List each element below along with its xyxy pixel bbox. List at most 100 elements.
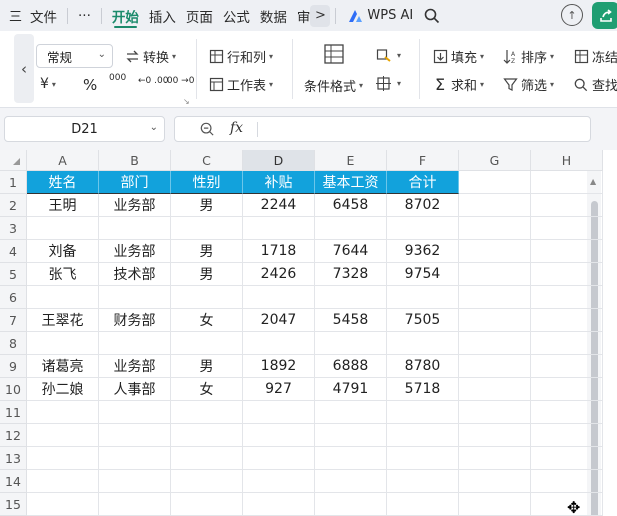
table-cell[interactable] xyxy=(387,470,459,493)
table-header-cell[interactable]: 姓名 xyxy=(27,171,99,194)
table-cell[interactable] xyxy=(531,332,603,355)
table-cell[interactable] xyxy=(315,470,387,493)
table-cell[interactable] xyxy=(243,470,315,493)
sum-button[interactable]: Σ 求和 ▾ xyxy=(432,75,484,94)
table-cell[interactable]: 业务部 xyxy=(99,355,171,378)
table-cell[interactable] xyxy=(531,493,603,516)
row-header[interactable]: 5 xyxy=(0,263,27,286)
table-cell[interactable]: 女 xyxy=(171,309,243,332)
tab-page[interactable]: 页面 xyxy=(181,0,218,31)
table-cell[interactable]: 王翠花 xyxy=(27,309,99,332)
table-cell[interactable] xyxy=(99,401,171,424)
table-cell[interactable] xyxy=(531,378,603,401)
table-header-cell[interactable]: 部门 xyxy=(99,171,171,194)
table-cell[interactable] xyxy=(531,171,603,194)
row-header[interactable]: 2 xyxy=(0,194,27,217)
table-cell[interactable] xyxy=(243,447,315,470)
formula-input[interactable]: fx xyxy=(174,116,591,142)
table-cell[interactable] xyxy=(243,217,315,240)
row-header[interactable]: 4 xyxy=(0,240,27,263)
convert-button[interactable]: 转换 ▾ xyxy=(124,47,176,66)
find-button[interactable]: 查找 xyxy=(573,75,617,94)
row-header[interactable]: 1 xyxy=(0,171,27,194)
table-cell[interactable] xyxy=(99,286,171,309)
conditional-format-icon[interactable] xyxy=(323,43,345,65)
table-cell[interactable]: 4791 xyxy=(315,378,387,401)
search-icon[interactable] xyxy=(419,0,445,31)
column-header-c[interactable]: C xyxy=(171,150,243,171)
table-cell[interactable] xyxy=(315,217,387,240)
table-cell[interactable] xyxy=(531,355,603,378)
table-header-cell[interactable]: 合计 xyxy=(387,171,459,194)
table-cell[interactable]: 刘备 xyxy=(27,240,99,263)
border-button[interactable]: ▾ xyxy=(375,75,401,91)
table-cell[interactable]: 男 xyxy=(171,355,243,378)
table-cell[interactable] xyxy=(531,263,603,286)
table-cell[interactable] xyxy=(99,217,171,240)
table-header-cell[interactable]: 基本工资 xyxy=(315,171,387,194)
column-header-g[interactable]: G xyxy=(459,150,531,171)
table-cell[interactable] xyxy=(243,424,315,447)
table-cell[interactable] xyxy=(531,309,603,332)
tab-insert[interactable]: 插入 xyxy=(144,0,181,31)
tab-home[interactable]: 开始 xyxy=(107,0,144,31)
table-cell[interactable] xyxy=(243,401,315,424)
row-header[interactable]: 8 xyxy=(0,332,27,355)
row-header[interactable]: 10 xyxy=(0,378,27,401)
row-header[interactable]: 12 xyxy=(0,424,27,447)
select-all-corner[interactable] xyxy=(0,150,27,171)
table-cell[interactable]: 2426 xyxy=(243,263,315,286)
table-cell[interactable] xyxy=(171,470,243,493)
table-cell[interactable]: 927 xyxy=(243,378,315,401)
table-cell[interactable] xyxy=(387,493,459,516)
table-cell[interactable]: 业务部 xyxy=(99,240,171,263)
table-cell[interactable] xyxy=(459,263,531,286)
table-cell[interactable] xyxy=(27,470,99,493)
table-cell[interactable] xyxy=(243,493,315,516)
table-cell[interactable] xyxy=(27,447,99,470)
table-cell[interactable]: 6458 xyxy=(315,194,387,217)
table-cell[interactable] xyxy=(531,401,603,424)
table-cell[interactable]: 孙二娘 xyxy=(27,378,99,401)
table-cell[interactable] xyxy=(459,470,531,493)
row-header[interactable]: 11 xyxy=(0,401,27,424)
freeze-button[interactable]: 冻结 xyxy=(573,47,617,66)
table-cell[interactable] xyxy=(387,424,459,447)
menu-hamburger-icon[interactable]: 三 xyxy=(0,0,25,31)
row-header[interactable]: 3 xyxy=(0,217,27,240)
table-cell[interactable] xyxy=(27,332,99,355)
row-header[interactable]: 9 xyxy=(0,355,27,378)
table-cell[interactable] xyxy=(27,286,99,309)
table-cell[interactable] xyxy=(387,447,459,470)
worksheet-button[interactable]: 工作表 ▾ xyxy=(208,75,273,94)
zoom-icon[interactable] xyxy=(200,122,214,140)
table-cell[interactable]: 男 xyxy=(171,263,243,286)
row-header[interactable]: 15 xyxy=(0,493,27,516)
tab-data[interactable]: 数据 xyxy=(255,0,292,31)
table-header-cell[interactable]: 性别 xyxy=(171,171,243,194)
tabs-scroll-right-icon[interactable]: > xyxy=(310,4,331,27)
table-cell[interactable] xyxy=(531,424,603,447)
table-cell[interactable] xyxy=(99,470,171,493)
table-cell[interactable]: 7505 xyxy=(387,309,459,332)
cell-style-button[interactable]: ▾ xyxy=(375,47,401,63)
table-cell[interactable]: 1892 xyxy=(243,355,315,378)
tab-formula[interactable]: 公式 xyxy=(218,0,255,31)
table-cell[interactable]: 人事部 xyxy=(99,378,171,401)
table-cell[interactable] xyxy=(315,424,387,447)
table-cell[interactable]: 王明 xyxy=(27,194,99,217)
table-cell[interactable]: 9754 xyxy=(387,263,459,286)
table-cell[interactable] xyxy=(459,286,531,309)
table-cell[interactable]: 2244 xyxy=(243,194,315,217)
row-header[interactable]: 6 xyxy=(0,286,27,309)
table-cell[interactable] xyxy=(459,171,531,194)
table-cell[interactable] xyxy=(171,401,243,424)
table-cell[interactable]: 男 xyxy=(171,240,243,263)
table-cell[interactable] xyxy=(531,217,603,240)
table-cell[interactable]: 财务部 xyxy=(99,309,171,332)
row-header[interactable]: 13 xyxy=(0,447,27,470)
row-header[interactable]: 14 xyxy=(0,470,27,493)
table-cell[interactable] xyxy=(459,493,531,516)
table-cell[interactable] xyxy=(27,401,99,424)
percent-button[interactable]: % xyxy=(83,76,97,94)
